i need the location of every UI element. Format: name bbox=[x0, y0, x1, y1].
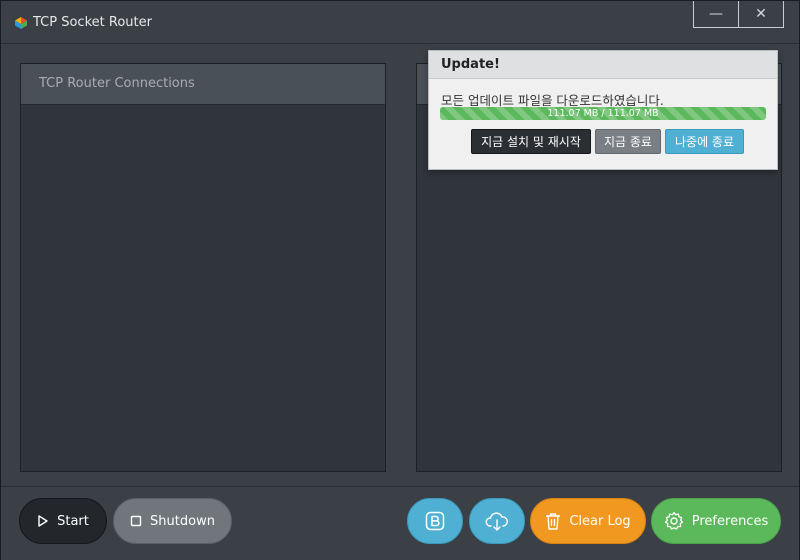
close-icon: ✕ bbox=[755, 6, 767, 22]
trash-icon bbox=[546, 513, 561, 530]
app-logo-icon bbox=[15, 17, 27, 29]
clear-log-label: Clear Log bbox=[569, 513, 631, 529]
download-button[interactable] bbox=[469, 498, 525, 544]
gear-icon bbox=[664, 511, 683, 530]
clear-log-button[interactable]: Clear Log bbox=[530, 498, 646, 544]
connections-panel-header: TCP Router Connections bbox=[21, 64, 385, 105]
connections-panel-title: TCP Router Connections bbox=[39, 76, 195, 91]
update-popup: Update! 모든 업데이트 파일을 다운로드하였습니다. 111.07 MB… bbox=[428, 50, 778, 170]
update-popup-title: Update! bbox=[441, 57, 500, 72]
minimize-button[interactable]: — bbox=[694, 1, 738, 27]
bootstrap-icon bbox=[425, 511, 445, 531]
bootstrap-button[interactable] bbox=[407, 498, 463, 544]
install-restart-button[interactable]: 지금 설치 및 재시작 bbox=[471, 129, 591, 154]
minimize-icon: — bbox=[709, 6, 723, 22]
preferences-button[interactable]: Preferences bbox=[651, 498, 781, 544]
preferences-label: Preferences bbox=[691, 513, 769, 529]
start-button[interactable]: Start bbox=[19, 498, 107, 544]
connections-panel: TCP Router Connections bbox=[20, 63, 386, 472]
download-progress-bar: 111.07 MB / 111.07 MB bbox=[440, 107, 766, 120]
title-bar[interactable]: TCP Socket Router — ✕ bbox=[1, 1, 799, 44]
start-label: Start bbox=[57, 513, 89, 529]
quit-now-button[interactable]: 지금 종료 bbox=[595, 129, 661, 154]
download-progress-text: 111.07 MB / 111.07 MB bbox=[547, 108, 659, 119]
quit-later-button[interactable]: 나중에 종료 bbox=[665, 129, 744, 154]
window-controls: — ✕ bbox=[693, 1, 784, 28]
close-button[interactable]: ✕ bbox=[738, 1, 783, 27]
shutdown-button[interactable]: Shutdown bbox=[113, 498, 232, 544]
stop-icon bbox=[130, 515, 142, 527]
app-title: TCP Socket Router bbox=[33, 15, 152, 30]
cloud-download-icon bbox=[485, 512, 509, 531]
update-popup-header: Update! bbox=[429, 51, 777, 79]
play-icon bbox=[38, 515, 48, 527]
shutdown-label: Shutdown bbox=[150, 513, 215, 529]
